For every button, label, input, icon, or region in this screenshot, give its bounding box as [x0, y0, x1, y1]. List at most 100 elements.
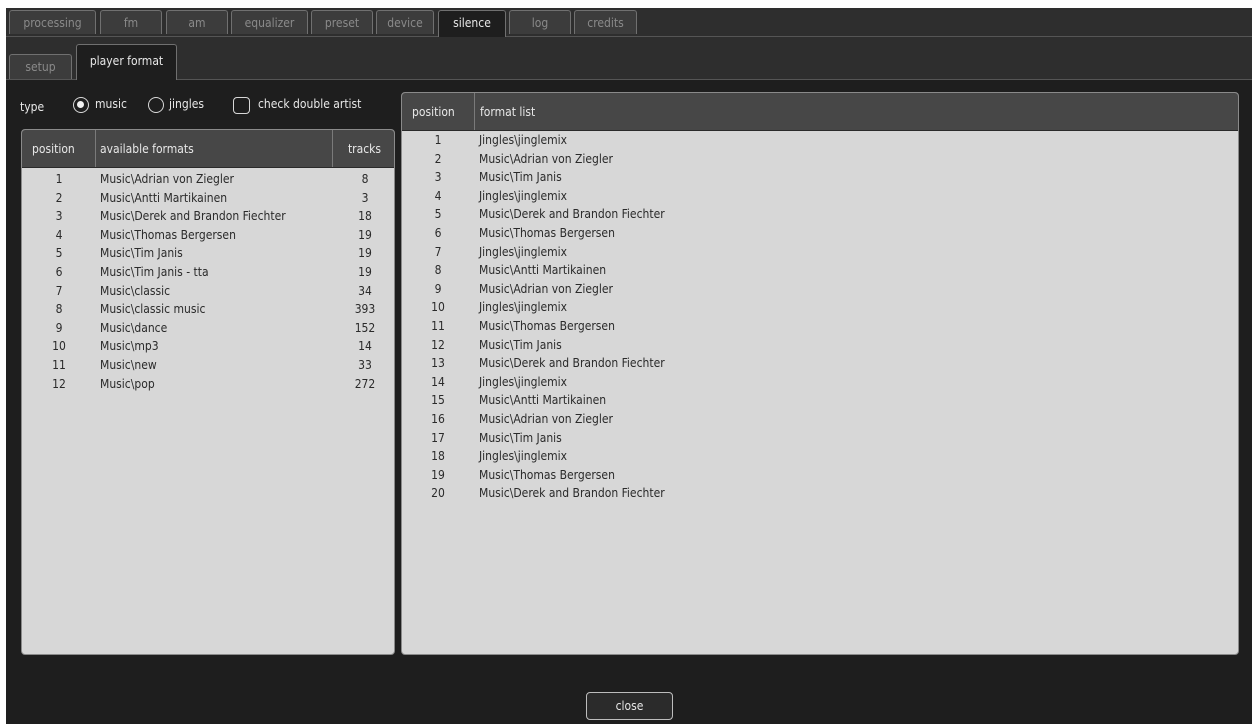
cell-format-name: Music\Derek and Brandon Fiechter — [479, 356, 665, 371]
list-item[interactable]: 14 Jingles\jinglemix — [402, 373, 1238, 392]
tab-silence[interactable]: silence — [438, 10, 506, 37]
cell-position: 10 — [52, 339, 66, 354]
cell-format-name: Music\Antti Martikainen — [479, 393, 607, 408]
cell-tracks: 19 — [358, 227, 372, 242]
check-double-artist-label[interactable]: check double artist — [258, 97, 361, 111]
tab-equalizer[interactable]: equalizer — [231, 10, 308, 34]
cell-position: 2 — [434, 151, 442, 166]
column-header-available-formats[interactable]: available formats — [95, 130, 332, 167]
table-row[interactable]: 11 Music\new 33 — [22, 356, 394, 375]
list-item[interactable]: 9 Music\Adrian von Ziegler — [402, 280, 1238, 299]
cell-tracks: 8 — [361, 172, 369, 186]
list-item[interactable]: 5 Music\Derek and Brandon Fiechter — [402, 205, 1238, 224]
jingles-radio[interactable] — [148, 97, 164, 113]
tab-player-format[interactable]: player format — [76, 44, 177, 80]
cell-position: 12 — [431, 337, 445, 352]
tab-log[interactable]: log — [509, 10, 571, 34]
table-row[interactable]: 6 Music\Tim Janis - tta 19 — [22, 263, 394, 282]
table-row[interactable]: 9 Music\dance 152 — [22, 319, 394, 338]
list-item[interactable]: 15 Music\Antti Martikainen — [402, 391, 1238, 410]
main-tab-bar: processing fm am equalizer preset device… — [6, 8, 1252, 37]
tab-processing[interactable]: processing — [9, 10, 96, 34]
cell-tracks: 34 — [358, 283, 372, 298]
list-item[interactable]: 6 Music\Thomas Bergersen — [402, 224, 1238, 243]
list-item[interactable]: 11 Music\Thomas Bergersen — [402, 317, 1238, 336]
table-row[interactable]: 8 Music\classic music 393 — [22, 300, 394, 319]
table-row[interactable]: 3 Music\Derek and Brandon Fiechter 18 — [22, 207, 394, 226]
cell-position: 11 — [431, 318, 445, 333]
cell-tracks: 14 — [358, 339, 372, 354]
tab-am[interactable]: am — [166, 10, 228, 34]
cell-tracks: 33 — [358, 357, 372, 372]
table-row[interactable]: 4 Music\Thomas Bergersen 19 — [22, 226, 394, 245]
cell-format-name: Music\classic music — [100, 302, 206, 317]
list-item[interactable]: 16 Music\Adrian von Ziegler — [402, 410, 1238, 429]
available-formats-header: position available formats tracks — [22, 130, 394, 168]
tab-setup[interactable]: setup — [9, 54, 72, 79]
cell-position: 11 — [52, 357, 66, 372]
cell-format-name: Music\Thomas Bergersen — [479, 318, 615, 333]
radio-selected-dot — [77, 101, 84, 108]
cell-position: 13 — [431, 356, 445, 371]
cell-format-name: Music\Tim Janis — [100, 246, 183, 261]
list-item[interactable]: 7 Jingles\jinglemix — [402, 243, 1238, 262]
list-item[interactable]: 17 Music\Tim Janis — [402, 429, 1238, 448]
cell-format-name: Jingles\jinglemix — [479, 374, 568, 389]
list-item[interactable]: 18 Jingles\jinglemix — [402, 447, 1238, 466]
tab-device[interactable]: device — [376, 10, 434, 34]
type-label: type — [20, 100, 45, 114]
list-item[interactable]: 20 Music\Derek and Brandon Fiechter — [402, 484, 1238, 503]
check-double-artist-checkbox[interactable] — [233, 97, 250, 114]
cell-position: 4 — [55, 227, 63, 242]
cell-format-name: Music\Adrian von Ziegler — [479, 281, 613, 296]
list-item[interactable]: 2 Music\Adrian von Ziegler — [402, 150, 1238, 169]
table-row[interactable]: 5 Music\Tim Janis 19 — [22, 244, 394, 263]
available-formats-list: 1 Music\Adrian von Ziegler 8 2 Music\Ant… — [22, 170, 394, 393]
cell-format-name: Music\Thomas Bergersen — [100, 227, 236, 242]
list-item[interactable]: 3 Music\Tim Janis — [402, 168, 1238, 187]
cell-format-name: Music\Derek and Brandon Fiechter — [100, 209, 286, 224]
cell-position: 16 — [431, 411, 445, 426]
list-item[interactable]: 4 Jingles\jinglemix — [402, 187, 1238, 206]
music-label[interactable]: music — [95, 97, 127, 111]
cell-format-name: Music\mp3 — [100, 339, 159, 354]
cell-format-name: Music\Antti Martikainen — [479, 263, 607, 278]
jingles-label[interactable]: jingles — [169, 97, 204, 111]
column-header-format-list[interactable]: format list — [474, 93, 1234, 130]
list-item[interactable]: 19 Music\Thomas Bergersen — [402, 466, 1238, 485]
cell-position: 18 — [431, 449, 445, 464]
tab-credits[interactable]: credits — [574, 10, 637, 34]
list-item[interactable]: 8 Music\Antti Martikainen — [402, 261, 1238, 280]
cell-format-name: Music\pop — [100, 376, 155, 391]
type-row: type music jingles check double artist — [6, 96, 406, 118]
cell-tracks: 272 — [354, 376, 376, 391]
table-row[interactable]: 2 Music\Antti Martikainen 3 — [22, 189, 394, 208]
list-item[interactable]: 13 Music\Derek and Brandon Fiechter — [402, 354, 1238, 373]
column-header-position[interactable]: position — [412, 93, 474, 130]
list-item[interactable]: 10 Jingles\jinglemix — [402, 298, 1238, 317]
column-header-position[interactable]: position — [32, 130, 96, 167]
cell-format-name: Jingles\jinglemix — [479, 300, 568, 315]
table-row[interactable]: 10 Music\mp3 14 — [22, 337, 394, 356]
music-radio[interactable] — [73, 97, 89, 113]
list-item[interactable]: 12 Music\Tim Janis — [402, 336, 1238, 355]
cell-position: 6 — [434, 225, 442, 240]
cell-position: 14 — [431, 374, 445, 389]
cell-tracks: 19 — [358, 246, 372, 261]
cell-format-name: Music\classic — [100, 283, 171, 298]
cell-position: 17 — [431, 430, 445, 445]
column-header-tracks[interactable]: tracks — [332, 130, 394, 167]
cell-format-name: Music\Adrian von Ziegler — [479, 151, 613, 166]
table-row[interactable]: 1 Music\Adrian von Ziegler 8 — [22, 170, 394, 189]
tab-preset[interactable]: preset — [311, 10, 373, 34]
table-row[interactable]: 7 Music\classic 34 — [22, 282, 394, 301]
cell-tracks: 18 — [358, 209, 372, 224]
cell-tracks: 19 — [358, 264, 372, 279]
cell-format-name: Jingles\jinglemix — [479, 449, 568, 464]
cell-position: 2 — [55, 190, 63, 205]
cell-format-name: Music\Derek and Brandon Fiechter — [479, 486, 665, 501]
close-button[interactable]: close — [586, 692, 673, 720]
list-item[interactable]: 1 Jingles\jinglemix — [402, 131, 1238, 150]
table-row[interactable]: 12 Music\pop 272 — [22, 375, 394, 394]
tab-fm[interactable]: fm — [100, 10, 162, 34]
